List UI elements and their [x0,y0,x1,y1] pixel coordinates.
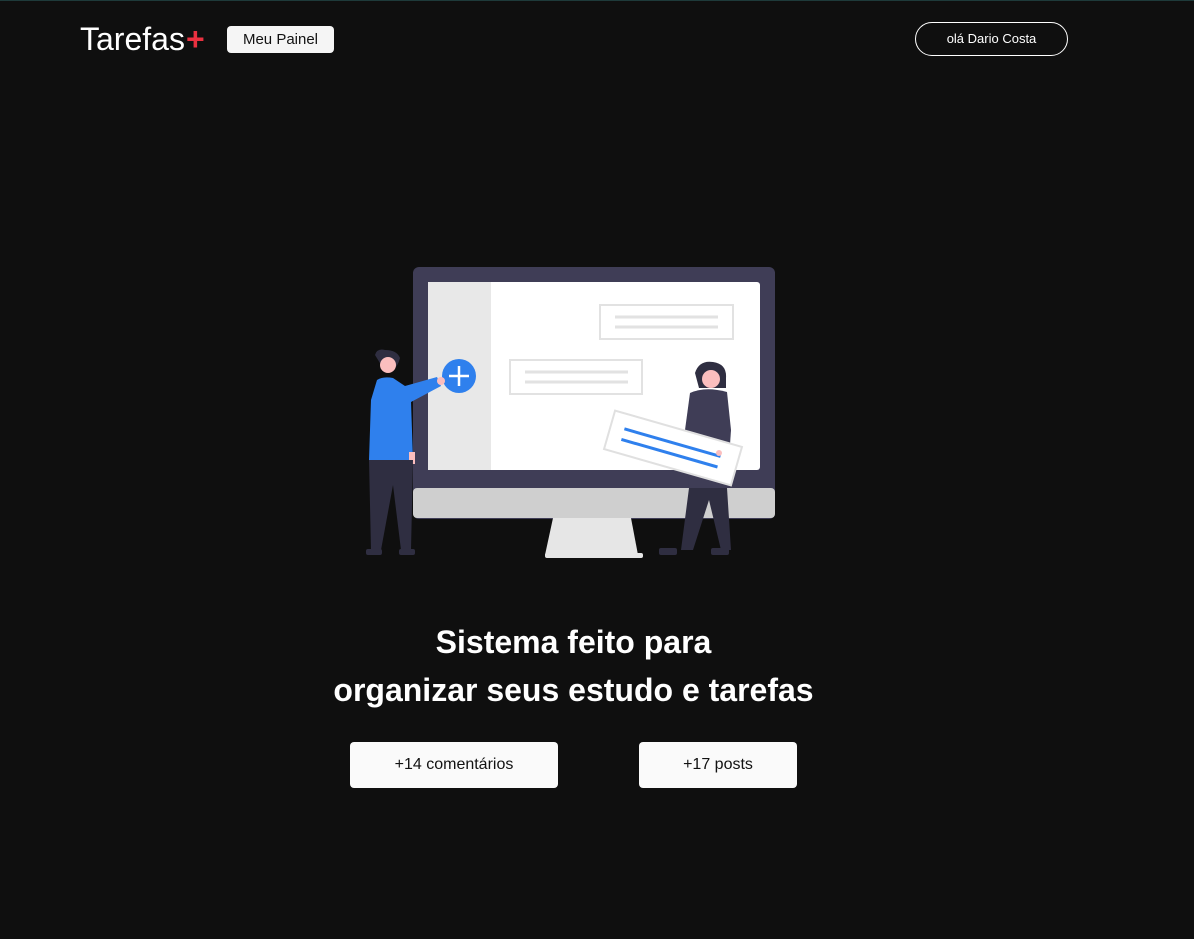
headline-line2: organizar seus estudo e tarefas [333,672,814,708]
comments-stat-button[interactable]: +14 comentários [350,742,558,788]
monitor-stand [545,518,638,555]
posts-stat-button[interactable]: +17 posts [639,742,797,788]
brand-name: Tarefas [80,21,185,57]
headline: Sistema feito para organizar seus estudo… [0,618,1147,714]
brand-plus: + [185,21,205,57]
meu-painel-link[interactable]: Meu Painel [227,26,334,53]
brand-logo[interactable]: Tarefas + [80,20,205,58]
hero-illustration [366,267,775,558]
headline-line1: Sistema feito para [435,624,712,660]
site-header: Tarefas + Meu Painel olá Dario Costa [0,0,1194,80]
user-account-button[interactable]: olá Dario Costa [915,22,1068,56]
